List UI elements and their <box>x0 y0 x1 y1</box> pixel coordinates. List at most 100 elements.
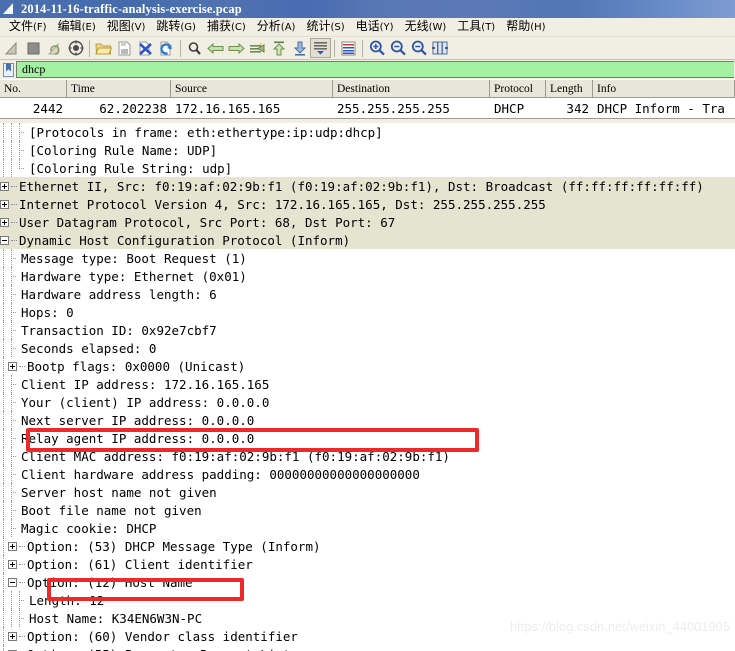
tree-connector <box>8 393 21 411</box>
detail-tree-row[interactable]: Next server IP address: 0.0.0.0 <box>0 411 735 429</box>
go-forward-icon[interactable] <box>226 38 247 58</box>
expand-toggle-icon[interactable] <box>8 361 17 371</box>
close-file-icon[interactable] <box>135 38 156 58</box>
tree-connector <box>11 195 19 213</box>
menu-go[interactable]: 跳转(G) <box>151 18 202 36</box>
save-file-icon[interactable] <box>114 38 135 58</box>
toolbar-separator <box>362 39 363 57</box>
menu-wireless[interactable]: 无线(W) <box>400 18 453 36</box>
detail-field-label: Option: (61) Client identifier <box>27 556 253 572</box>
tree-connector <box>19 357 27 375</box>
tree-connector <box>8 501 21 519</box>
expand-toggle-icon[interactable] <box>0 199 9 209</box>
detail-tree-row[interactable]: Bootp flags: 0x0000 (Unicast) <box>0 357 735 375</box>
zoom-in-icon[interactable] <box>366 38 387 58</box>
column-header[interactable]: No. <box>0 80 67 98</box>
tree-connector <box>8 321 21 339</box>
column-header[interactable]: Source <box>171 80 333 98</box>
tree-guide-line <box>0 267 8 285</box>
detail-tree-row[interactable]: Option: (55) Parameter Request List <box>0 645 735 651</box>
reload-file-icon[interactable] <box>156 38 177 58</box>
detail-tree-row[interactable]: Relay agent IP address: 0.0.0.0 <box>0 429 735 447</box>
detail-tree-row[interactable]: Your (client) IP address: 0.0.0.0 <box>0 393 735 411</box>
column-header[interactable]: Length <box>546 80 593 98</box>
detail-tree-row[interactable]: Dynamic Host Configuration Protocol (Inf… <box>0 231 735 249</box>
expand-toggle-icon[interactable] <box>0 181 9 191</box>
detail-tree-row[interactable]: Ethernet II, Src: f0:19:af:02:9b:f1 (f0:… <box>0 177 735 195</box>
zoom-reset-icon[interactable] <box>408 38 429 58</box>
tree-guide-line <box>0 573 8 591</box>
detail-tree-row[interactable]: [Coloring Rule Name: UDP] <box>0 141 735 159</box>
cell-no: 2442 <box>32 100 63 116</box>
menu-analyze[interactable]: 分析(A) <box>252 18 302 36</box>
detail-field-label: Host Name: K34EN6W3N-PC <box>29 610 203 626</box>
expand-toggle-icon[interactable] <box>0 217 9 227</box>
detail-tree-row[interactable]: Hops: 0 <box>0 303 735 321</box>
menu-capture[interactable]: 捕获(C) <box>202 18 252 36</box>
detail-tree-row[interactable]: Option: (53) DHCP Message Type (Inform) <box>0 537 735 555</box>
detail-tree-row[interactable]: Magic cookie: DHCP <box>0 519 735 537</box>
column-header[interactable]: Info <box>593 80 735 98</box>
column-header[interactable]: Destination <box>333 80 490 98</box>
table-row[interactable]: 2442 62.202238 172.16.165.165 255.255.255.2… <box>0 98 735 118</box>
detail-tree-row[interactable]: Client IP address: 172.16.165.165 <box>0 375 735 393</box>
detail-tree-row[interactable]: Client hardware address padding: 0000000… <box>0 465 735 483</box>
packet-list[interactable]: 2442 62.202238 172.16.165.165 255.255.255.2… <box>0 98 735 118</box>
detail-tree-row[interactable]: User Datagram Protocol, Src Port: 68, Ds… <box>0 213 735 231</box>
menu-label: 帮助 <box>506 19 531 33</box>
detail-tree-row[interactable]: Client MAC address: f0:19:af:02:9b:f1 (f… <box>0 447 735 465</box>
auto-scroll-icon[interactable] <box>310 38 331 58</box>
detail-tree-row[interactable]: Hardware address length: 6 <box>0 285 735 303</box>
go-to-first-icon[interactable] <box>268 38 289 58</box>
menu-file[interactable]: 文件(F) <box>4 18 53 36</box>
detail-tree-row[interactable]: Boot file name not given <box>0 501 735 519</box>
menu-statistics[interactable]: 统计(S) <box>301 18 350 36</box>
detail-field-label: Client MAC address: f0:19:af:02:9b:f1 (f… <box>21 448 450 464</box>
expand-toggle-icon[interactable] <box>8 631 17 641</box>
zoom-out-icon[interactable] <box>387 38 408 58</box>
expand-toggle-icon[interactable] <box>8 559 17 569</box>
display-filter-input[interactable]: dhcp <box>16 61 734 78</box>
tree-guide-line <box>0 249 8 267</box>
packet-detail-tree[interactable]: [Protocols in frame: eth:ethertype:ip:ud… <box>0 123 735 651</box>
stop-capture-icon[interactable] <box>23 38 44 58</box>
tree-guide-line <box>0 591 8 609</box>
open-file-icon[interactable] <box>93 38 114 58</box>
bookmark-icon[interactable] <box>1 61 16 78</box>
colorize-icon[interactable] <box>338 38 359 58</box>
wireshark-shark-fin-icon <box>2 2 17 16</box>
detail-tree-row[interactable]: [Coloring Rule String: udp] <box>0 159 735 177</box>
detail-tree-row[interactable]: Message type: Boot Request (1) <box>0 249 735 267</box>
menu-help[interactable]: 帮助(H) <box>501 18 551 36</box>
detail-tree-row[interactable]: Server host name not given <box>0 483 735 501</box>
detail-tree-row[interactable]: Transaction ID: 0x92e7cbf7 <box>0 321 735 339</box>
menu-telephony[interactable]: 电话(Y) <box>351 18 400 36</box>
detail-tree-row[interactable]: Option: (12) Host Name <box>0 573 735 591</box>
cell-length: 342 <box>566 100 589 116</box>
tree-guide-line <box>0 159 8 177</box>
go-to-last-icon[interactable] <box>289 38 310 58</box>
go-back-icon[interactable] <box>205 38 226 58</box>
expand-toggle-icon[interactable] <box>8 541 17 551</box>
detail-tree-row[interactable]: Internet Protocol Version 4, Src: 172.16… <box>0 195 735 213</box>
menu-edit[interactable]: 编辑(E) <box>53 18 102 36</box>
go-to-packet-icon[interactable] <box>247 38 268 58</box>
detail-tree-row[interactable]: Length: 12 <box>0 591 735 609</box>
packet-list-column-headers: No. Time Source Destination Protocol Length In… <box>0 79 735 98</box>
tree-guide-line <box>0 519 8 537</box>
find-packet-icon[interactable] <box>184 38 205 58</box>
start-capture-icon[interactable] <box>2 38 23 58</box>
detail-tree-row[interactable]: Option: (61) Client identifier <box>0 555 735 573</box>
restart-capture-icon[interactable] <box>44 38 65 58</box>
menu-tools[interactable]: 工具(T) <box>452 18 501 36</box>
column-header[interactable]: Time <box>67 80 171 98</box>
detail-tree-row[interactable]: [Protocols in frame: eth:ethertype:ip:ud… <box>0 123 735 141</box>
collapse-toggle-icon[interactable] <box>0 235 9 245</box>
detail-tree-row[interactable]: Hardware type: Ethernet (0x01) <box>0 267 735 285</box>
capture-options-icon[interactable] <box>65 38 86 58</box>
collapse-toggle-icon[interactable] <box>8 577 17 587</box>
resize-columns-icon[interactable] <box>429 38 450 58</box>
column-header[interactable]: Protocol <box>490 80 546 98</box>
detail-tree-row[interactable]: Seconds elapsed: 0 <box>0 339 735 357</box>
menu-view[interactable]: 视图(V) <box>102 18 152 36</box>
